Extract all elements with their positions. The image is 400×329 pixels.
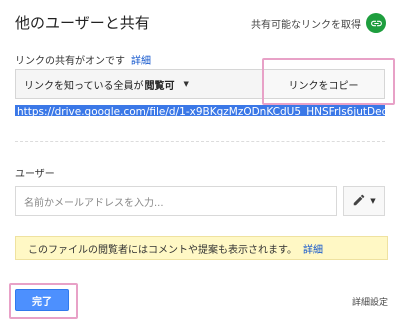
- permission-dropdown-button[interactable]: ▼: [343, 186, 385, 216]
- share-url-field[interactable]: https://drive.google.com/file/d/1-x9BKgz…: [15, 100, 385, 116]
- caret-down-icon: ▼: [183, 80, 189, 88]
- get-link-button[interactable]: 共有可能なリンクを取得: [251, 13, 386, 33]
- details-link[interactable]: 詳細: [131, 56, 151, 67]
- notice-text: このファイルの閲覧者にはコメントや提案も表示されます。: [28, 244, 297, 256]
- get-link-label: 共有可能なリンクを取得: [251, 19, 361, 31]
- link-status-text: リンクの共有がオンです: [15, 56, 125, 67]
- users-label: ユーザー: [15, 169, 55, 180]
- share-dialog: 他のユーザーと共有 共有可能なリンクを取得 リンクの共有がオンです 詳細 リンクを…: [0, 0, 400, 329]
- link-status: リンクの共有がオンです 詳細: [15, 52, 151, 67]
- section-divider: [15, 141, 385, 142]
- access-level: 閲覧可: [144, 80, 175, 92]
- link-access-bar: リンクを知っている全員が 閲覧可 ▼ リンクをコピー: [15, 69, 385, 99]
- notice-details-link[interactable]: 詳細: [303, 241, 323, 256]
- link-icon: [366, 13, 386, 33]
- pencil-icon: [352, 192, 366, 211]
- done-button[interactable]: 完了: [15, 289, 69, 311]
- dialog-title: 他のユーザーと共有: [15, 14, 150, 32]
- caret-down-icon: ▼: [370, 197, 376, 205]
- share-url: https://drive.google.com/file/d/1-x9BKgz…: [15, 105, 385, 116]
- access-prefix: リンクを知っている全員が: [24, 80, 144, 92]
- copy-link-button[interactable]: リンクをコピー: [262, 70, 384, 98]
- commenter-notice: このファイルの閲覧者にはコメントや提案も表示されます。 詳細: [15, 236, 388, 260]
- users-input[interactable]: 名前かメールアドレスを入力...: [15, 186, 337, 216]
- access-level-dropdown[interactable]: リンクを知っている全員が 閲覧可 ▼: [16, 70, 212, 98]
- advanced-settings-link[interactable]: 詳細設定: [352, 295, 388, 308]
